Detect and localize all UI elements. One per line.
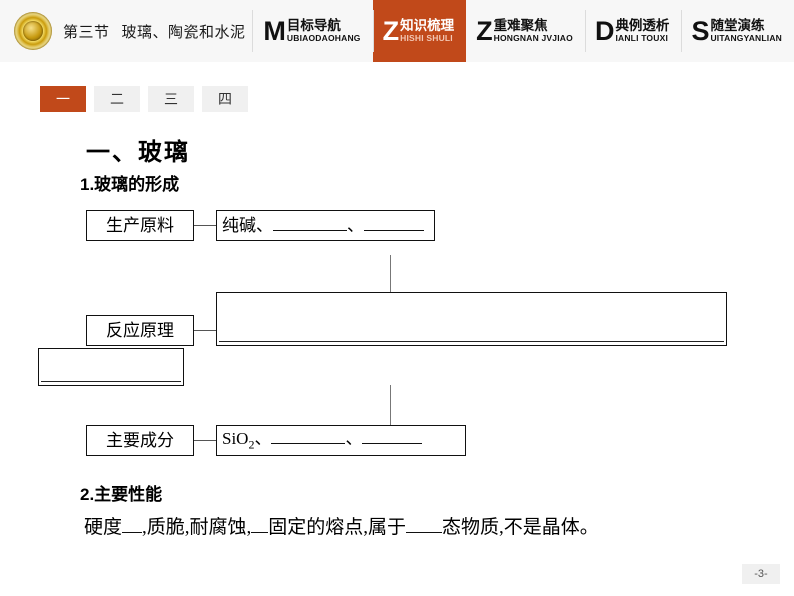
raw-material-value: 纯碱、、	[222, 217, 424, 234]
page-number: -3-	[742, 564, 780, 584]
main-composition-value-box: SiO2、、	[216, 425, 466, 456]
subtab-bar: 一 二 三 四	[40, 86, 248, 112]
blank-raw-1[interactable]	[273, 230, 347, 231]
heading-main-properties: 2.主要性能	[80, 485, 163, 504]
blank-comp-1[interactable]	[271, 443, 346, 445]
tab-label-pinyin: IANLI TOUXI	[615, 32, 669, 43]
connector-reaction-principle	[194, 330, 216, 331]
performance-text: 硬度 ,质脆,耐腐蚀, 固定的熔点,属于 态物质,不是晶体。	[84, 512, 599, 539]
perf-part-2: ,质脆,耐腐蚀,	[142, 517, 252, 538]
reaction-principle-value-box[interactable]	[216, 292, 727, 346]
tab-letter: M	[263, 15, 286, 46]
tab-zhishishuli[interactable]: Z 知识梳理 HISHI SHULI	[372, 0, 467, 62]
tab-label-cn: 随堂演练	[710, 17, 765, 33]
perf-part-1: 硬度	[84, 517, 123, 538]
gold-medallion-icon	[14, 12, 52, 50]
tab-suitangyanlian[interactable]: S 随堂演练 UITANGYANLIAN	[681, 0, 794, 62]
tab-label-pinyin: HISHI SHULI	[400, 32, 453, 43]
section-label: 第三节	[63, 23, 110, 41]
tab-letter: Z	[476, 15, 493, 46]
tab-label-cn: 典例透析	[615, 17, 670, 33]
reaction-principle-value-box-2[interactable]	[38, 348, 184, 386]
tab-letter: D	[594, 15, 615, 46]
tab-dianlitouxi[interactable]: D 典例透析 IANLI TOUXI	[584, 0, 682, 62]
raw-material-value-box: 纯碱、、	[216, 210, 435, 241]
reaction-principle-label-box: 反应原理	[86, 315, 194, 346]
connector-main-composition	[194, 440, 216, 441]
blank-perf-2[interactable]	[251, 532, 269, 533]
header-bar: 第三节 玻璃、陶瓷和水泥 M 目标导航 UBIAODAOHANG Z 知识梳理 H…	[0, 0, 794, 62]
reaction-principle-label: 反应原理	[106, 321, 174, 340]
tab-label-pinyin: UBIAODAOHANG	[286, 32, 361, 43]
tab-label-cn: 知识梳理	[400, 17, 455, 33]
subtab-four[interactable]: 四	[202, 86, 248, 112]
tab-letter: Z	[382, 15, 400, 46]
tab-label-pinyin: HONGNAN JVJIAO	[493, 32, 573, 43]
blank-perf-1[interactable]	[122, 532, 143, 533]
tab-mubiaodaohang[interactable]: M 目标导航 UBIAODAOHANG	[253, 0, 372, 62]
raw-material-label-box: 生产原料	[86, 210, 194, 241]
subtab-one[interactable]: 一	[40, 86, 86, 112]
connector-raw-material	[194, 225, 216, 226]
nav-tabs: M 目标导航 UBIAODAOHANG Z 知识梳理 HISHI SHULI Z…	[253, 0, 794, 62]
tab-letter: S	[691, 15, 710, 46]
main-composition-value: SiO2、、	[222, 430, 423, 451]
blank-reaction-rule-2[interactable]	[41, 380, 181, 382]
header-title-zone: 第三节 玻璃、陶瓷和水泥	[0, 0, 254, 62]
page-title: 第三节 玻璃、陶瓷和水泥	[63, 21, 246, 42]
tab-label-cn: 目标导航	[286, 17, 341, 33]
blank-perf-3[interactable]	[406, 532, 443, 533]
main-composition-label: 主要成分	[106, 431, 174, 450]
perf-part-4: 态物质,不是晶体。	[442, 517, 599, 538]
section-title-text: 玻璃、陶瓷和水泥	[121, 23, 246, 41]
blank-reaction-rule[interactable]	[219, 340, 724, 342]
perf-part-3: 固定的熔点,属于	[268, 517, 407, 538]
blank-raw-2[interactable]	[364, 230, 424, 231]
main-composition-label-box: 主要成分	[86, 425, 194, 456]
slide-content: 一、玻璃 1.玻璃的形成 生产原料 纯碱、、 反应原理 主要成分 SiO2、、 …	[0, 120, 794, 560]
raw-material-label: 生产原料	[106, 216, 174, 235]
tab-label-cn: 重难聚焦	[493, 17, 548, 33]
heading-glass: 一、玻璃	[86, 139, 190, 166]
tab-label-pinyin: UITANGYANLIAN	[710, 32, 782, 43]
tab-zhongnanjujiao[interactable]: Z 重难聚焦 HONGNAN JVJIAO	[466, 0, 585, 62]
subtab-two[interactable]: 二	[94, 86, 140, 112]
heading-glass-formation: 1.玻璃的形成	[80, 175, 180, 194]
blank-comp-2[interactable]	[362, 443, 423, 445]
subtab-three[interactable]: 三	[148, 86, 194, 112]
